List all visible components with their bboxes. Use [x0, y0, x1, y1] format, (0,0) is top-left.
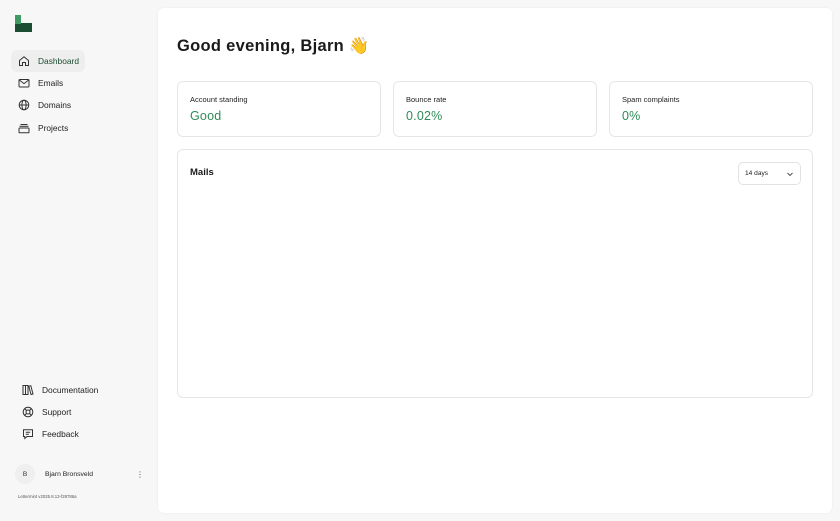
lifebuoy-icon	[22, 406, 34, 418]
nav-label: Support	[42, 407, 72, 418]
stat-label: Bounce rate	[406, 95, 447, 104]
nav-label: Emails	[38, 78, 64, 89]
user-name: Bjarn Bronsveld	[45, 470, 93, 478]
sidebar: Dashboard Emails Domains Projects Docume…	[0, 0, 158, 521]
stat-label: Account standing	[190, 95, 248, 104]
logo-icon[interactable]	[15, 15, 32, 32]
nav-item-dashboard[interactable]: Dashboard	[11, 50, 85, 72]
kebab-icon[interactable]: ⋮	[135, 470, 145, 479]
stat-value: Good	[190, 109, 222, 123]
stat-card-bounce-rate: Bounce rate 0.02%	[393, 81, 597, 137]
user-menu[interactable]: B Bjarn Bronsveld ⋮	[15, 463, 145, 485]
secondary-nav: Documentation Support Feedback	[15, 379, 155, 446]
nav-label: Documentation	[42, 384, 99, 395]
nav-label: Dashboard	[38, 55, 79, 66]
date-range-select[interactable]: 14 days	[738, 162, 801, 185]
date-range-value: 14 days	[745, 170, 769, 177]
nav-item-emails[interactable]: Emails	[11, 72, 151, 94]
mail-icon	[18, 77, 30, 89]
nav-item-support[interactable]: Support	[15, 401, 155, 423]
stat-card-account-standing: Account standing Good	[177, 81, 381, 137]
projects-icon	[18, 122, 30, 134]
avatar: B	[15, 464, 35, 484]
page-title: Good evening, Bjarn 👋	[177, 37, 370, 55]
mails-title: Mails	[190, 167, 214, 178]
nav-label: Projects	[38, 122, 69, 133]
globe-icon	[18, 99, 30, 111]
stat-value: 0%	[622, 109, 641, 123]
main-nav: Dashboard Emails Domains Projects	[11, 50, 151, 139]
nav-label: Feedback	[42, 429, 79, 440]
books-icon	[22, 384, 34, 396]
nav-item-domains[interactable]: Domains	[11, 95, 151, 117]
stat-value: 0.02%	[406, 109, 443, 123]
stat-label: Spam complaints	[622, 95, 680, 104]
nav-item-documentation[interactable]: Documentation	[15, 379, 155, 401]
nav-item-projects[interactable]: Projects	[11, 117, 151, 139]
stat-card-spam-complaints: Spam complaints 0%	[609, 81, 813, 137]
home-icon	[18, 55, 30, 67]
nav-item-feedback[interactable]: Feedback	[15, 424, 155, 446]
chevron-down-icon	[786, 170, 794, 178]
mails-chart-card: Mails 14 days	[177, 149, 813, 398]
feedback-icon	[22, 428, 34, 441]
main-content: Good evening, Bjarn 👋 Account standing G…	[158, 8, 832, 513]
app-version: Lettermint v2025.8.13-f28786a	[18, 494, 77, 499]
nav-label: Domains	[38, 100, 72, 111]
